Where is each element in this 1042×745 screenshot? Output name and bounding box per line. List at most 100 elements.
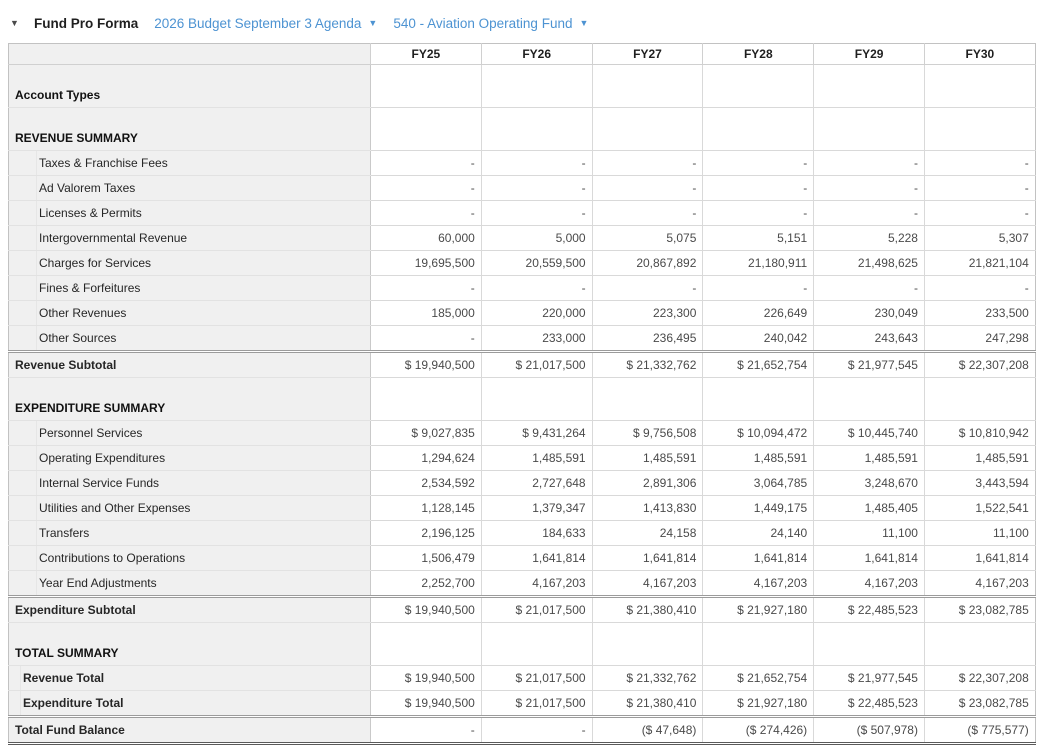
table-row: TOTAL SUMMARY [8, 622, 1036, 666]
pro-forma-table-container: FY25 FY26 FY27 FY28 FY29 FY30 Account Types RE… [8, 43, 1036, 745]
cell-fy26: 5,000 [481, 225, 593, 251]
cell-fy30: 5,307 [924, 225, 1036, 251]
table-row: Total Fund Balance - - ($ 47,648) ($ 274,426… [8, 715, 1036, 745]
row-label: Internal Service Funds [8, 470, 371, 496]
cell-fy29: - [813, 275, 925, 301]
cell-fy28 [702, 107, 815, 151]
cell-fy26: 4,167,203 [481, 570, 593, 597]
cell-fy27 [592, 377, 704, 421]
cell-fy26: $ 21,017,500 [481, 350, 593, 378]
cell-fy30: $ 23,082,785 [924, 595, 1036, 623]
budget-dropdown[interactable]: 2026 Budget September 3 Agenda ▼ [154, 16, 377, 31]
table-row: Contributions to Operations 1,506,479 1,64… [8, 545, 1036, 571]
cell-fy26: $ 21,017,500 [481, 595, 593, 623]
column-header-fy27: FY27 [591, 43, 704, 65]
cell-fy28: 21,180,911 [702, 250, 815, 276]
cell-fy30: 1,641,814 [924, 545, 1036, 571]
cell-fy25 [370, 107, 482, 151]
cell-fy26: 2,727,648 [481, 470, 593, 496]
cell-fy30: $ 10,810,942 [924, 420, 1036, 446]
column-header-fy28: FY28 [702, 43, 815, 65]
cell-fy26: 1,641,814 [481, 545, 593, 571]
cell-fy30 [924, 622, 1036, 666]
column-header-fy25: FY25 [370, 43, 482, 65]
row-label: Utilities and Other Expenses [8, 495, 371, 521]
cell-fy27: 24,158 [592, 520, 704, 546]
cell-fy28: $ 10,094,472 [702, 420, 815, 446]
cell-fy26: 184,633 [481, 520, 593, 546]
cell-fy30: 233,500 [924, 300, 1036, 326]
cell-fy27: 1,641,814 [592, 545, 704, 571]
cell-fy30: $ 22,307,208 [924, 665, 1036, 691]
cell-fy29: $ 21,977,545 [813, 350, 925, 378]
cell-fy25: - [370, 325, 482, 352]
cell-fy28: $ 21,652,754 [702, 665, 815, 691]
cell-fy25: $ 9,027,835 [370, 420, 482, 446]
cell-fy25: 2,534,592 [370, 470, 482, 496]
row-label: EXPENDITURE SUMMARY [8, 377, 371, 421]
cell-fy29 [813, 622, 925, 666]
cell-fy26: - [481, 715, 593, 745]
cell-fy25 [370, 622, 482, 666]
cell-fy30: 1,485,591 [924, 445, 1036, 471]
row-label-header [8, 43, 371, 65]
cell-fy26: - [481, 175, 593, 201]
cell-fy27: 5,075 [592, 225, 704, 251]
cell-fy25: 2,252,700 [370, 570, 482, 597]
cell-fy30: 4,167,203 [924, 570, 1036, 597]
cell-fy28: $ 21,927,180 [702, 690, 815, 717]
cell-fy29: $ 22,485,523 [813, 595, 925, 623]
cell-fy26 [481, 622, 593, 666]
cell-fy27: - [592, 175, 704, 201]
cell-fy27 [592, 64, 704, 108]
row-label: Total Fund Balance [8, 715, 371, 745]
table-row: Utilities and Other Expenses 1,128,145 1,3… [8, 495, 1036, 521]
row-label: TOTAL SUMMARY [8, 622, 371, 666]
cell-fy27: - [592, 200, 704, 226]
cell-fy28: - [702, 275, 815, 301]
cell-fy26: $ 21,017,500 [481, 665, 593, 691]
cell-fy28: 4,167,203 [702, 570, 815, 597]
fund-dropdown[interactable]: 540 - Aviation Operating Fund ▼ [393, 16, 588, 31]
cell-fy30: $ 22,307,208 [924, 350, 1036, 378]
cell-fy29: ($ 507,978) [813, 715, 925, 745]
cell-fy28: - [702, 150, 815, 176]
table-row: Year End Adjustments 2,252,700 4,167,203 4,… [8, 570, 1036, 597]
cell-fy30: - [924, 275, 1036, 301]
cell-fy26: $ 9,431,264 [481, 420, 593, 446]
cell-fy28 [702, 622, 815, 666]
cell-fy29: - [813, 175, 925, 201]
table-row: Transfers 2,196,125 184,633 24,158 24,140 11,… [8, 520, 1036, 546]
row-label: Fines & Forfeitures [8, 275, 371, 301]
cell-fy26: 1,485,591 [481, 445, 593, 471]
cell-fy28: 240,042 [702, 325, 815, 352]
cell-fy29: 230,049 [813, 300, 925, 326]
cell-fy26: $ 21,017,500 [481, 690, 593, 717]
cell-fy25 [370, 377, 482, 421]
cell-fy29: 3,248,670 [813, 470, 925, 496]
table-row: Personnel Services $ 9,027,835 $ 9,431,264… [8, 420, 1036, 446]
cell-fy28 [702, 377, 815, 421]
cell-fy28: ($ 274,426) [702, 715, 815, 745]
cell-fy30: 247,298 [924, 325, 1036, 352]
cell-fy25: 1,128,145 [370, 495, 482, 521]
cell-fy27: $ 21,332,762 [592, 350, 704, 378]
cell-fy30: 1,522,541 [924, 495, 1036, 521]
cell-fy25: 185,000 [370, 300, 482, 326]
toolbar: ▼ Fund Pro Forma 2026 Budget September 3… [0, 0, 1042, 35]
cell-fy27: 1,413,830 [592, 495, 704, 521]
table-row: Revenue Subtotal $ 19,940,500 $ 21,017,500… [8, 350, 1036, 378]
row-label: Expenditure Subtotal [8, 595, 371, 623]
column-header-fy26: FY26 [480, 43, 593, 65]
row-label: Other Revenues [8, 300, 371, 326]
table-row: Account Types [8, 64, 1036, 108]
cell-fy25: 19,695,500 [370, 250, 482, 276]
cell-fy26 [481, 377, 593, 421]
row-label: Personnel Services [8, 420, 371, 446]
cell-fy25: $ 19,940,500 [370, 690, 482, 717]
cell-fy27: 4,167,203 [592, 570, 704, 597]
collapse-icon[interactable]: ▼ [10, 18, 34, 28]
cell-fy29 [813, 64, 925, 108]
cell-fy26: 220,000 [481, 300, 593, 326]
cell-fy29: 4,167,203 [813, 570, 925, 597]
